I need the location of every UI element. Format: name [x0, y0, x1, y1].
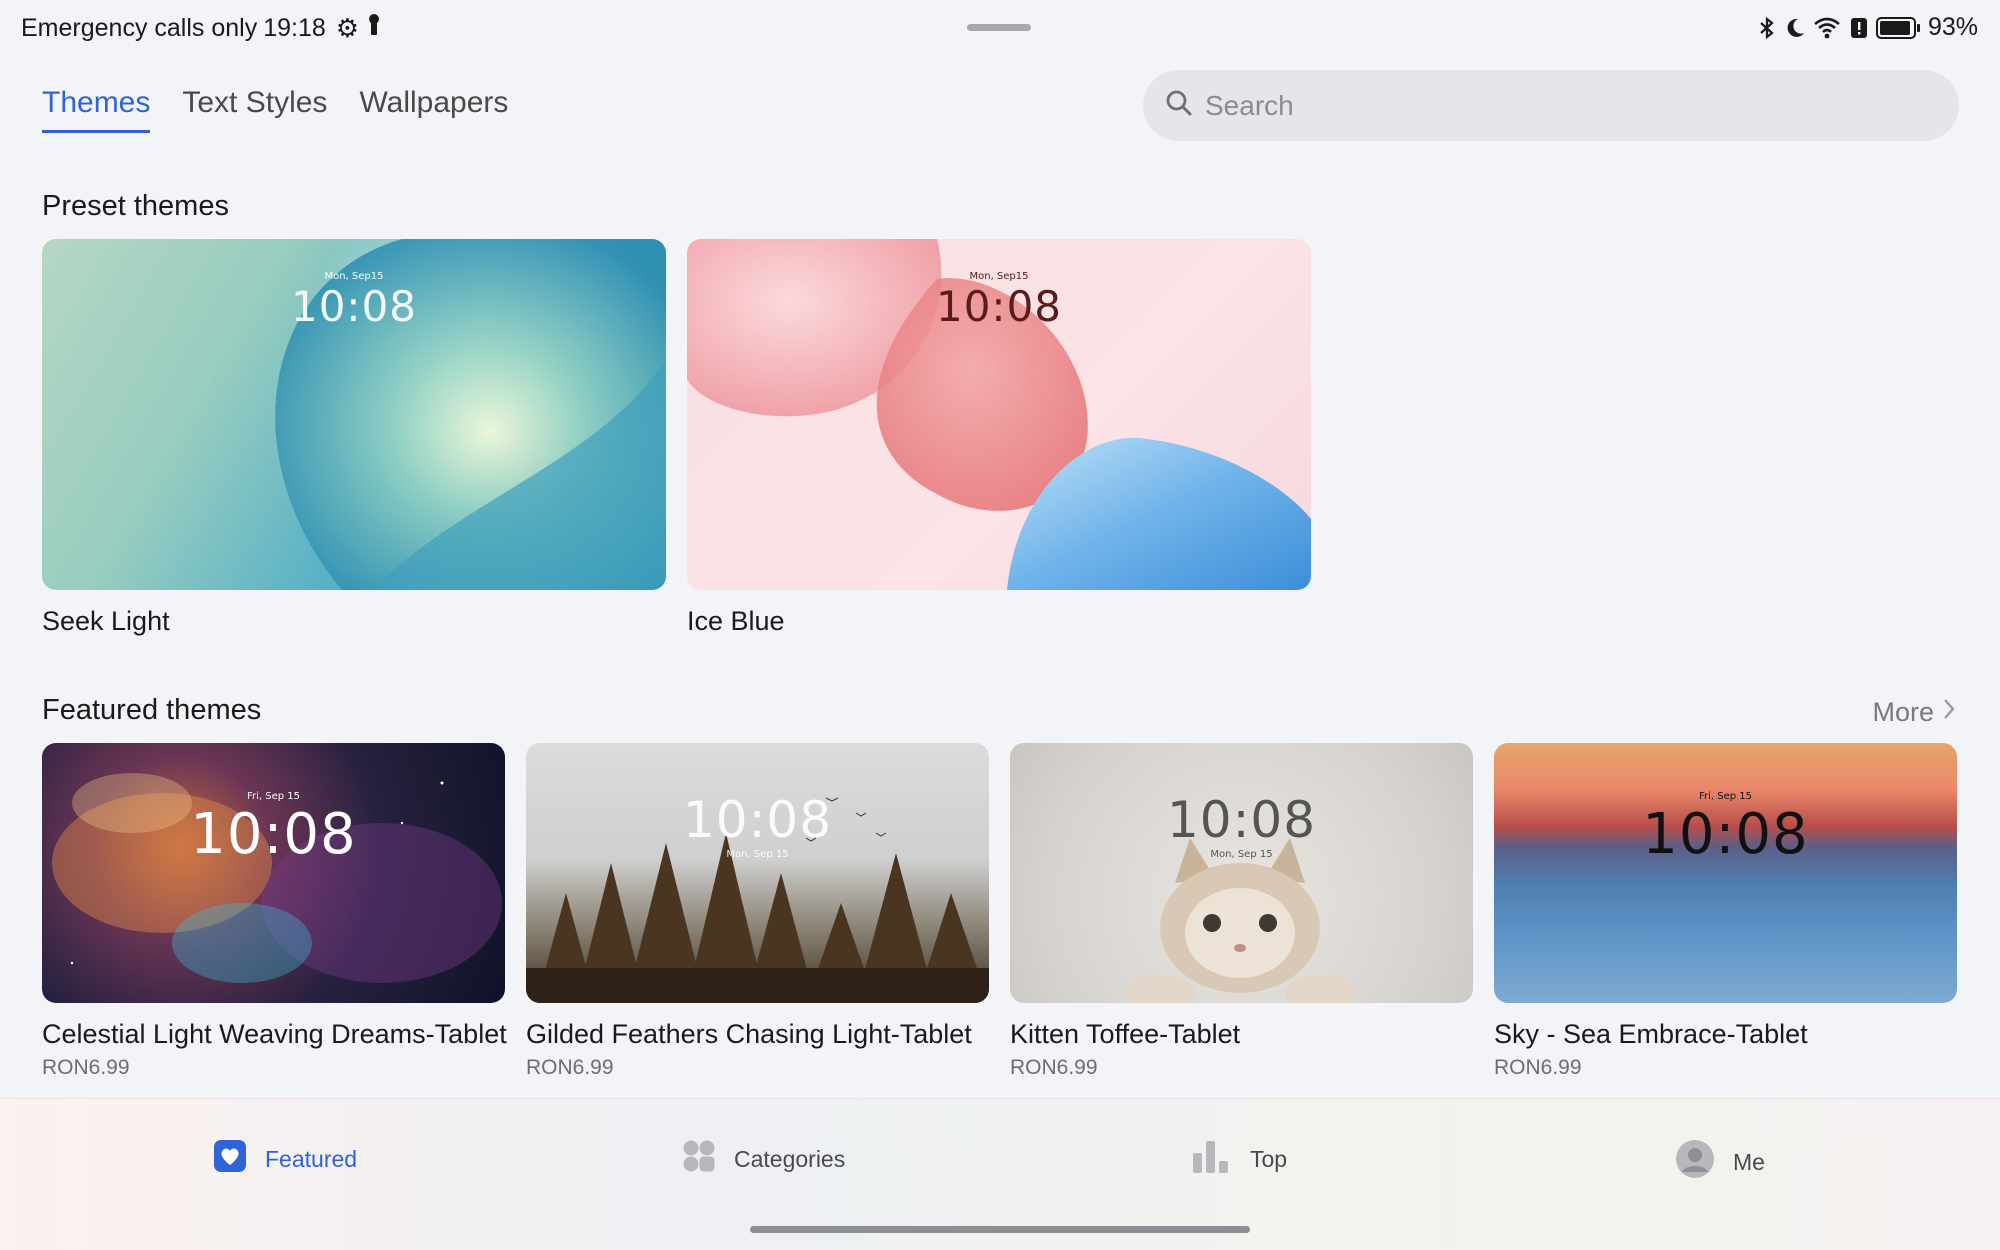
- theme-price: RON6.99: [526, 1056, 614, 1079]
- nav-me[interactable]: Me: [1675, 1139, 1765, 1185]
- home-indicator[interactable]: [750, 1226, 1250, 1233]
- forest-artwork: [526, 797, 989, 1003]
- featured-thumbnail: Fri, Sep 15 10:08: [1494, 743, 1957, 1003]
- theme-name: Celestial Light Weaving Dreams-Tablet: [42, 1019, 507, 1049]
- featured-thumbnail: Fri, Sep 15 10:08: [42, 743, 505, 1003]
- thumbnail-clock: 10:08 Mon, Sep 15: [1166, 791, 1317, 860]
- status-right: 93%: [1756, 13, 1978, 42]
- preset-thumbnail: Mon, Sep15 10:08: [42, 239, 666, 590]
- thumbnail-clock: Mon, Sep15 10:08: [290, 271, 418, 331]
- featured-card-sky-sea[interactable]: Fri, Sep 15 10:08 Sky - Sea Embrace-Tabl…: [1494, 743, 1957, 1080]
- heart-icon: [213, 1139, 247, 1179]
- nav-categories[interactable]: Categories: [682, 1139, 845, 1179]
- battery-percent: 93%: [1927, 13, 1978, 41]
- battery-icon: [1875, 16, 1920, 39]
- theme-name: Seek Light: [42, 606, 170, 636]
- top-tabs: Themes Text Styles Wallpapers: [42, 86, 508, 133]
- bar-chart-icon: [1192, 1139, 1232, 1179]
- gear-icon: ⚙: [335, 13, 360, 43]
- theme-price: RON6.99: [1010, 1056, 1098, 1079]
- featured-card-gilded-feathers[interactable]: 10:08 Mon, Sep 15 Gilded Feathers Chasin…: [526, 743, 989, 1080]
- drag-handle[interactable]: [967, 24, 1031, 31]
- tab-themes[interactable]: Themes: [42, 86, 151, 133]
- nav-featured[interactable]: Featured: [213, 1139, 357, 1179]
- featured-thumbnail: 10:08 Mon, Sep 15: [1010, 743, 1473, 1003]
- theme-name: Sky - Sea Embrace-Tablet: [1494, 1019, 1808, 1049]
- grid-icon: [682, 1139, 716, 1179]
- more-label: More: [1872, 697, 1934, 727]
- thumbnail-clock: Fri, Sep 15 10:08: [190, 791, 357, 867]
- alert-icon: [1848, 16, 1870, 40]
- nav-featured-label: Featured: [265, 1145, 358, 1172]
- featured-card-kitten-toffee[interactable]: 10:08 Mon, Sep 15 Kitten Toffee-Tablet R…: [1010, 743, 1473, 1080]
- featured-thumbnail: 10:08 Mon, Sep 15: [526, 743, 989, 1003]
- nav-me-label: Me: [1733, 1148, 1765, 1175]
- preset-themes-title: Preset themes: [42, 190, 229, 222]
- moon-icon: [1784, 16, 1806, 40]
- nebula-artwork: [52, 773, 502, 983]
- thumbnail-clock: Fri, Sep 15 10:08: [1642, 791, 1809, 867]
- nav-top-label: Top: [1250, 1145, 1288, 1172]
- status-left: Emergency calls only 19:18 ⚙: [21, 13, 381, 44]
- featured-card-celestial[interactable]: Fri, Sep 15 10:08 Celestial Light Weavin…: [42, 743, 507, 1080]
- avatar-icon: [1675, 1139, 1715, 1185]
- nav-categories-label: Categories: [734, 1145, 846, 1172]
- thumbnail-clock: Mon, Sep15 10:08: [935, 271, 1063, 331]
- theme-price: RON6.99: [42, 1056, 130, 1079]
- carrier-text: Emergency calls only: [21, 14, 258, 42]
- preset-card-seek-light[interactable]: Mon, Sep15 10:08 Seek Light: [42, 239, 666, 637]
- preset-card-ice-blue[interactable]: Mon, Sep15 10:08 Ice Blue: [687, 239, 1311, 637]
- thumbnail-clock: 10:08 Mon, Sep 15: [682, 791, 833, 860]
- wifi-icon: [1812, 16, 1842, 40]
- theme-name: Ice Blue: [687, 606, 785, 636]
- tab-text-styles[interactable]: Text Styles: [182, 86, 327, 133]
- key-icon: [367, 13, 381, 44]
- status-time: 19:18: [263, 14, 326, 42]
- theme-name: Gilded Feathers Chasing Light-Tablet: [526, 1019, 972, 1049]
- theme-name: Kitten Toffee-Tablet: [1010, 1019, 1241, 1049]
- theme-price: RON6.99: [1494, 1056, 1582, 1079]
- search-input[interactable]: [1205, 89, 1905, 122]
- search-bar[interactable]: [1143, 70, 1959, 141]
- tab-wallpapers[interactable]: Wallpapers: [359, 86, 508, 133]
- more-link[interactable]: More: [1872, 697, 1956, 728]
- search-icon: [1165, 89, 1193, 122]
- chevron-right-icon: [1942, 697, 1956, 728]
- preset-thumbnail: Mon, Sep15 10:08: [687, 239, 1311, 590]
- featured-themes-title: Featured themes: [42, 694, 262, 726]
- status-bar: Emergency calls only 19:18 ⚙ 93%: [0, 0, 2000, 56]
- bluetooth-icon: [1756, 16, 1778, 40]
- nav-top[interactable]: Top: [1192, 1139, 1287, 1179]
- kitten-artwork: [1125, 838, 1355, 1003]
